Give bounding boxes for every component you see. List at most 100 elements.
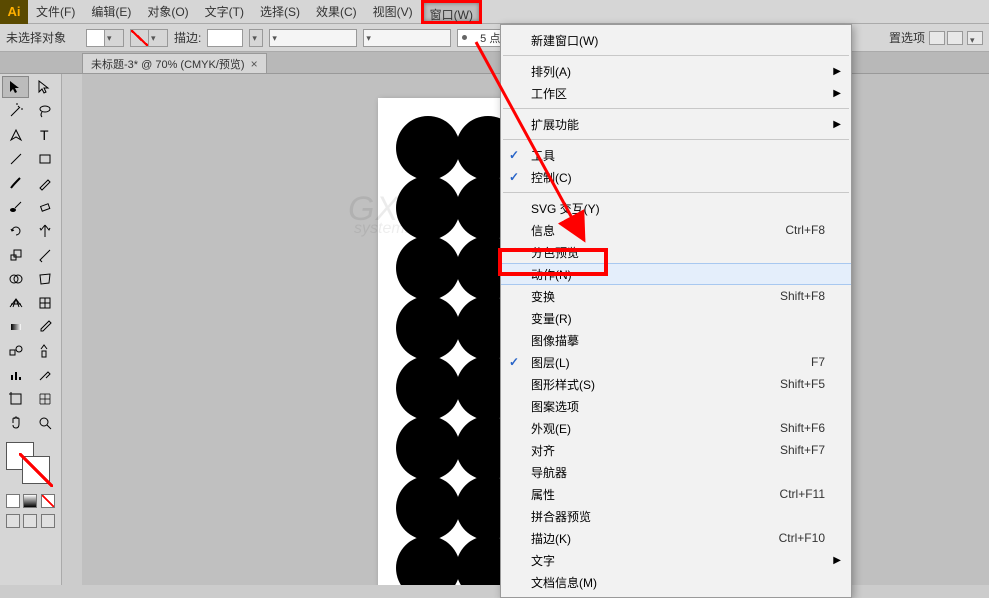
menu-item-7[interactable]: ✓工具 bbox=[501, 144, 851, 166]
rotate-tool[interactable] bbox=[2, 220, 29, 242]
paintbrush-tool[interactable] bbox=[2, 172, 29, 194]
menu-item-5[interactable]: 扩展功能 ▶ bbox=[501, 113, 851, 135]
slice-tool[interactable] bbox=[32, 364, 59, 386]
stroke-color[interactable] bbox=[22, 456, 50, 484]
menu-file[interactable]: 文件(F) bbox=[28, 0, 83, 24]
menu-type[interactable]: 文字(T) bbox=[197, 0, 252, 24]
chevron-right-icon: ▶ bbox=[833, 119, 841, 130]
draw-behind[interactable] bbox=[23, 514, 37, 528]
mesh-tool[interactable] bbox=[32, 292, 59, 314]
menu-item-label: 扩展功能 bbox=[531, 116, 579, 133]
magic-wand-tool[interactable] bbox=[2, 100, 29, 122]
menu-item-24[interactable]: 拼合器预览 bbox=[501, 505, 851, 527]
stroke-label: 描边: bbox=[174, 29, 201, 46]
direct-selection-tool[interactable] bbox=[32, 76, 59, 98]
menu-item-label: 分色预览 bbox=[531, 244, 579, 261]
menu-item-13[interactable]: 动作(N) bbox=[501, 263, 851, 285]
menu-item-22[interactable]: 导航器 bbox=[501, 461, 851, 483]
app-logo: Ai bbox=[0, 0, 28, 24]
options-right-label: 置选项 bbox=[889, 29, 925, 46]
menu-item-label: 工具 bbox=[531, 147, 555, 164]
menu-object[interactable]: 对象(O) bbox=[139, 0, 196, 24]
options-overflow[interactable] bbox=[967, 31, 983, 45]
slice-select-tool[interactable] bbox=[32, 388, 59, 410]
menu-item-12[interactable]: 分色预览 bbox=[501, 241, 851, 263]
menu-item-15[interactable]: 变量(R) bbox=[501, 307, 851, 329]
menu-window[interactable]: 窗口(W) bbox=[421, 0, 482, 24]
menu-item-label: 拼合器预览 bbox=[531, 508, 591, 525]
free-transform-tool[interactable] bbox=[32, 268, 59, 290]
menu-item-3[interactable]: 工作区▶ bbox=[501, 82, 851, 104]
draw-normal[interactable] bbox=[6, 514, 20, 528]
menu-effect[interactable]: 效果(C) bbox=[308, 0, 365, 24]
pen-tool[interactable] bbox=[2, 124, 29, 146]
fill-swatch[interactable] bbox=[86, 29, 124, 47]
menu-item-label: 导航器 bbox=[531, 464, 567, 481]
stroke-weight-stepper[interactable] bbox=[249, 29, 263, 47]
panel-icon-1[interactable] bbox=[929, 31, 945, 45]
rectangle-tool[interactable] bbox=[32, 148, 59, 170]
menu-item-18[interactable]: 图形样式(S)Shift+F5 bbox=[501, 373, 851, 395]
menu-item-label: SVG 交互(Y) bbox=[531, 200, 600, 217]
panel-icon-2[interactable] bbox=[947, 31, 963, 45]
artwork-circles bbox=[396, 116, 516, 585]
scale-tool[interactable] bbox=[2, 244, 29, 266]
menu-item-25[interactable]: 描边(K)Ctrl+F10 bbox=[501, 527, 851, 549]
pencil-tool[interactable] bbox=[32, 172, 59, 194]
lasso-tool[interactable] bbox=[32, 100, 59, 122]
menu-item-2[interactable]: 排列(A)▶ bbox=[501, 60, 851, 82]
menu-item-11[interactable]: 信息Ctrl+F8 bbox=[501, 219, 851, 241]
type-tool[interactable]: T bbox=[32, 124, 59, 146]
hand-tool[interactable] bbox=[2, 412, 29, 434]
column-graph-tool[interactable] bbox=[2, 364, 29, 386]
symbol-sprayer-tool[interactable] bbox=[32, 340, 59, 362]
menu-item-20[interactable]: 外观(E)Shift+F6 bbox=[501, 417, 851, 439]
blend-tool[interactable] bbox=[2, 340, 29, 362]
menu-item-8[interactable]: ✓控制(C) bbox=[501, 166, 851, 188]
draw-mode-row bbox=[0, 512, 61, 530]
menu-item-26[interactable]: 文字▶ bbox=[501, 549, 851, 571]
menu-item-21[interactable]: 对齐Shift+F7 bbox=[501, 439, 851, 461]
reflect-tool[interactable] bbox=[32, 220, 59, 242]
gradient-tool[interactable] bbox=[2, 316, 29, 338]
menubar: Ai 文件(F) 编辑(E) 对象(O) 文字(T) 选择(S) 效果(C) 视… bbox=[0, 0, 989, 24]
menu-separator bbox=[503, 55, 849, 56]
close-icon[interactable]: × bbox=[251, 57, 258, 71]
draw-inside[interactable] bbox=[41, 514, 55, 528]
color-mode-gradient[interactable] bbox=[23, 494, 37, 508]
menu-item-27[interactable]: 文档信息(M) bbox=[501, 571, 851, 593]
menu-item-16[interactable]: 图像描摹 bbox=[501, 329, 851, 351]
menu-select[interactable]: 选择(S) bbox=[252, 0, 308, 24]
menu-view[interactable]: 视图(V) bbox=[365, 0, 421, 24]
menu-item-label: 变换 bbox=[531, 288, 555, 305]
menu-item-19[interactable]: 图案选项 bbox=[501, 395, 851, 417]
profile-select[interactable] bbox=[269, 29, 357, 47]
artboard-tool[interactable] bbox=[2, 388, 29, 410]
shape-builder-tool[interactable] bbox=[2, 268, 29, 290]
menu-item-0[interactable]: 新建窗口(W) bbox=[501, 29, 851, 51]
menu-item-23[interactable]: 属性Ctrl+F11 bbox=[501, 483, 851, 505]
stroke-swatch[interactable] bbox=[130, 29, 168, 47]
eyedropper-tool[interactable] bbox=[32, 316, 59, 338]
width-tool[interactable] bbox=[32, 244, 59, 266]
menu-item-label: 排列(A) bbox=[531, 63, 571, 80]
zoom-tool[interactable] bbox=[32, 412, 59, 434]
perspective-grid-tool[interactable] bbox=[2, 292, 29, 314]
menu-item-10[interactable]: SVG 交互(Y) bbox=[501, 197, 851, 219]
color-mode-color[interactable] bbox=[6, 494, 20, 508]
blob-brush-tool[interactable] bbox=[2, 196, 29, 218]
menu-edit[interactable]: 编辑(E) bbox=[83, 0, 139, 24]
selection-tool[interactable] bbox=[2, 76, 29, 98]
menu-item-14[interactable]: 变换Shift+F8 bbox=[501, 285, 851, 307]
color-proxy[interactable] bbox=[4, 442, 57, 486]
menu-item-17[interactable]: ✓图层(L)F7 bbox=[501, 351, 851, 373]
brush-def-select[interactable] bbox=[363, 29, 451, 47]
svg-text:T: T bbox=[40, 127, 49, 143]
line-tool[interactable] bbox=[2, 148, 29, 170]
eraser-tool[interactable] bbox=[32, 196, 59, 218]
color-mode-none[interactable] bbox=[41, 494, 55, 508]
no-selection-label: 未选择对象 bbox=[6, 29, 66, 46]
menu-shortcut: Shift+F7 bbox=[780, 443, 825, 457]
document-tab[interactable]: 未标题-3* @ 70% (CMYK/预览) × bbox=[82, 53, 267, 73]
stroke-weight-input[interactable] bbox=[207, 29, 243, 47]
